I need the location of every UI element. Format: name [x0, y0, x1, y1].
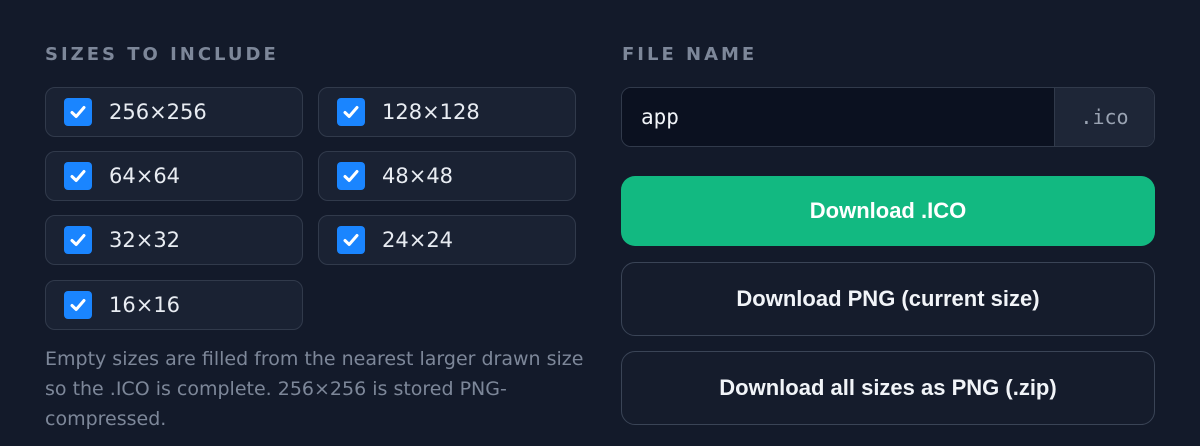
size-label: 24×24 [382, 228, 454, 252]
file-name-section-title: FILE NAME [622, 44, 758, 65]
size-label: 48×48 [382, 164, 454, 188]
size-option-256[interactable]: 256×256 [45, 87, 303, 137]
checkbox-checked-icon[interactable] [337, 162, 365, 190]
size-label: 256×256 [109, 100, 207, 124]
checkbox-checked-icon[interactable] [64, 291, 92, 319]
checkbox-checked-icon[interactable] [64, 162, 92, 190]
file-name-input[interactable] [622, 88, 1054, 146]
icon-export-panel: SIZES TO INCLUDE 256×256 128×128 64×64 4… [0, 0, 1200, 446]
checkbox-checked-icon[interactable] [64, 98, 92, 126]
checkbox-checked-icon[interactable] [337, 98, 365, 126]
sizes-help-note: Empty sizes are filled from the nearest … [45, 348, 584, 430]
size-label: 128×128 [382, 100, 480, 124]
checkbox-checked-icon[interactable] [337, 226, 365, 254]
size-label: 64×64 [109, 164, 181, 188]
download-png-button[interactable]: Download PNG (current size) [621, 262, 1155, 336]
file-extension-suffix: .ico [1054, 88, 1154, 146]
size-label: 16×16 [109, 293, 181, 317]
size-option-128[interactable]: 128×128 [318, 87, 576, 137]
checkbox-checked-icon[interactable] [64, 226, 92, 254]
size-option-16[interactable]: 16×16 [45, 280, 303, 330]
sizes-section-title: SIZES TO INCLUDE [45, 44, 279, 65]
size-option-24[interactable]: 24×24 [318, 215, 576, 265]
size-option-32[interactable]: 32×32 [45, 215, 303, 265]
file-name-field: .ico [621, 87, 1155, 147]
size-option-64[interactable]: 64×64 [45, 151, 303, 201]
download-zip-button[interactable]: Download all sizes as PNG (.zip) [621, 351, 1155, 425]
download-ico-button[interactable]: Download .ICO [621, 176, 1155, 246]
size-label: 32×32 [109, 228, 181, 252]
size-option-48[interactable]: 48×48 [318, 151, 576, 201]
